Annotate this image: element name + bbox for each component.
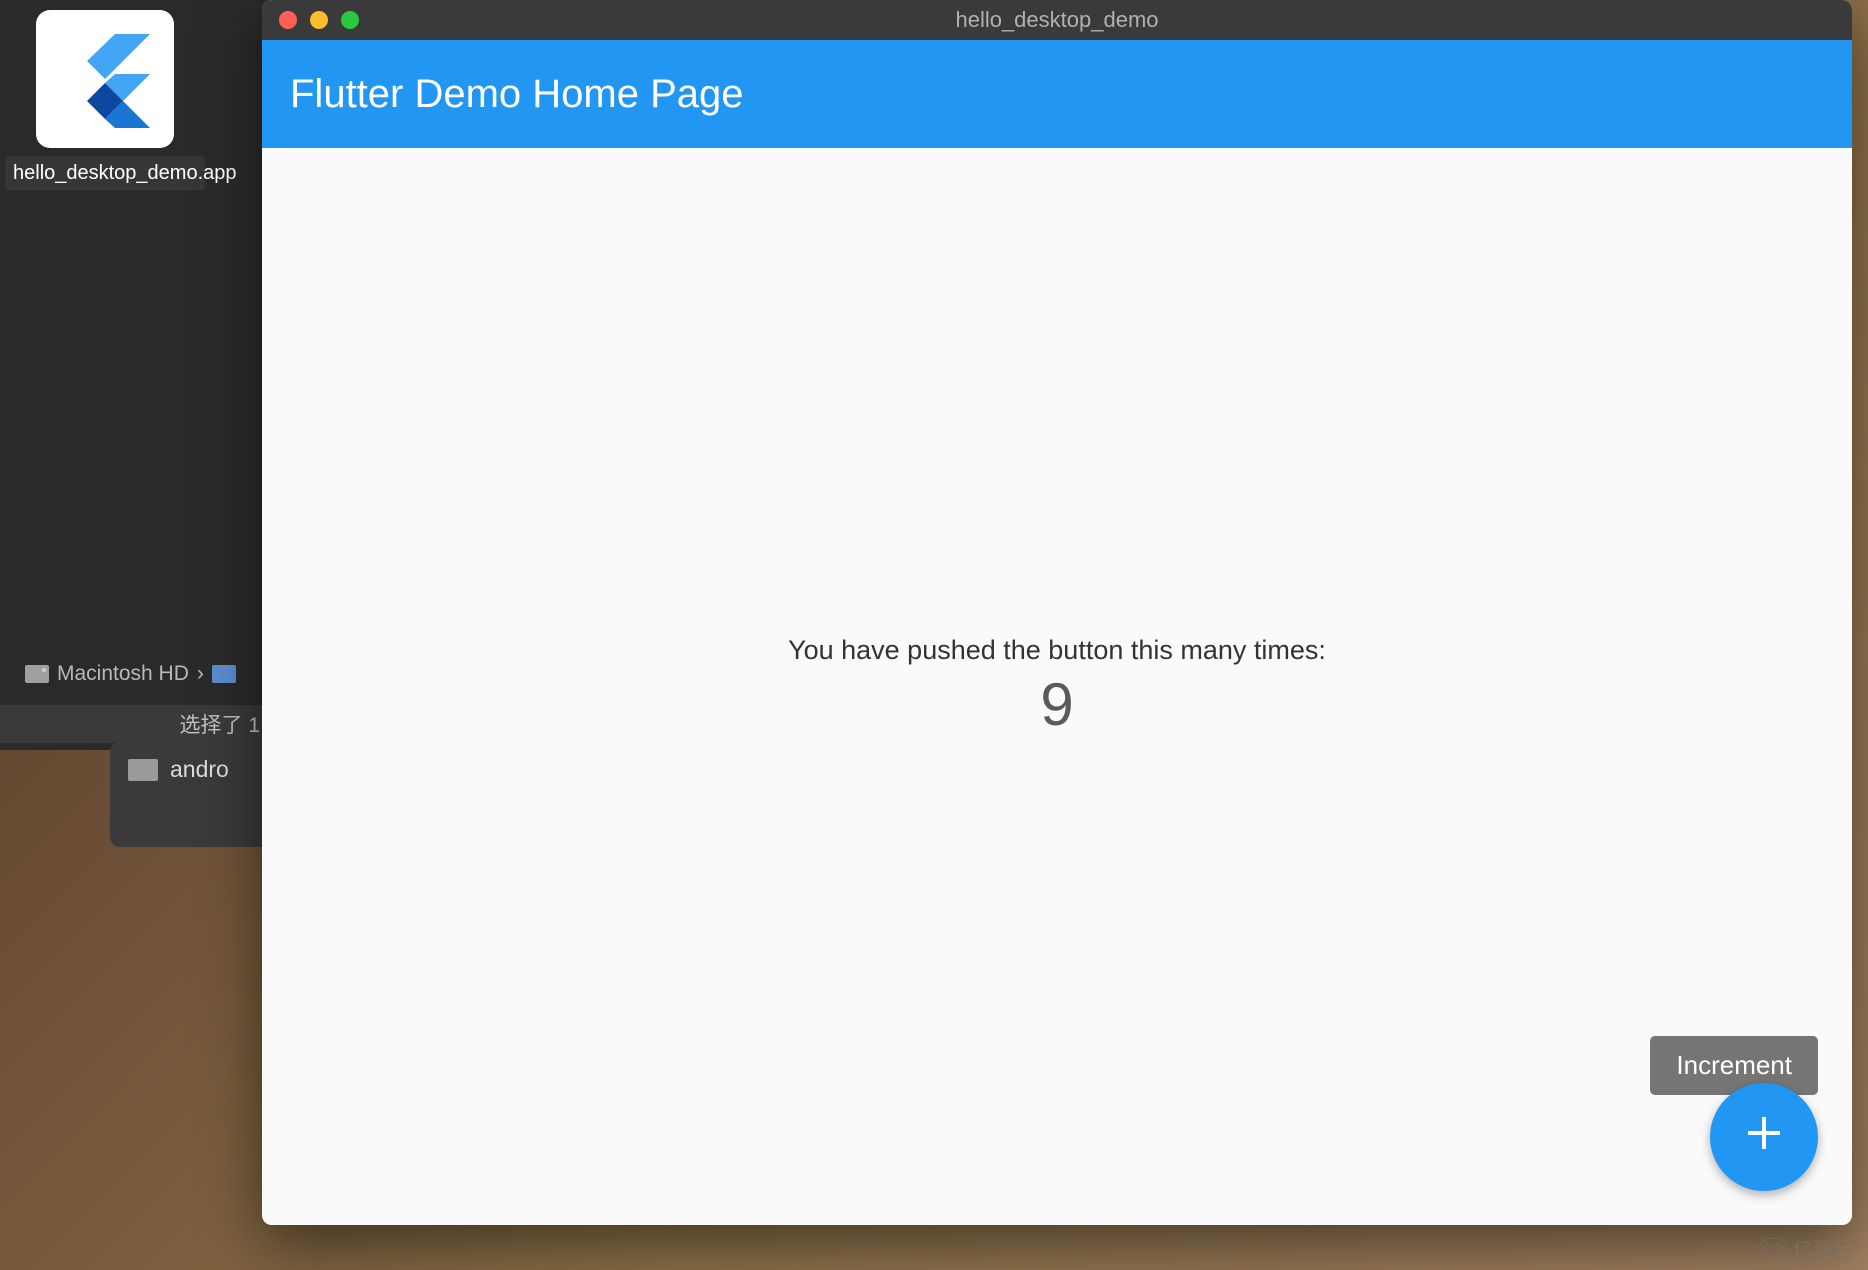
minimize-button[interactable]	[310, 11, 328, 29]
increment-fab-button[interactable]	[1710, 1083, 1818, 1191]
app-window: hello_desktop_demo Flutter Demo Home Pag…	[262, 0, 1852, 1225]
counter-description-text: You have pushed the button this many tim…	[788, 635, 1326, 666]
counter-value: 9	[1040, 670, 1073, 739]
fab-tooltip: Increment	[1650, 1036, 1818, 1095]
maximize-button[interactable]	[341, 11, 359, 29]
folder-icon	[212, 665, 236, 683]
tooltip-text: Increment	[1676, 1050, 1792, 1080]
flutter-logo-icon	[36, 10, 174, 148]
plus-icon	[1742, 1111, 1786, 1164]
lower-finder-item-label: andro	[170, 756, 229, 783]
desktop-app-icon[interactable]: hello_desktop_demo.app	[20, 10, 190, 190]
traffic-lights	[262, 11, 359, 29]
lower-finder-window[interactable]: andro	[110, 742, 280, 847]
watermark: 亿速云	[1759, 1233, 1853, 1262]
app-body: You have pushed the button this many tim…	[262, 148, 1852, 1225]
app-bar: Flutter Demo Home Page	[262, 40, 1852, 148]
lower-finder-item[interactable]: andro	[110, 742, 280, 797]
desktop-icon-label: hello_desktop_demo.app	[5, 156, 205, 190]
folder-icon	[128, 759, 158, 781]
flutter-logo-svg	[55, 29, 155, 129]
watermark-text: 亿速云	[1793, 1233, 1853, 1262]
breadcrumb-separator: ›	[197, 662, 204, 686]
selection-count-label: 选择了 1	[179, 709, 260, 739]
window-titlebar[interactable]: hello_desktop_demo	[262, 0, 1852, 40]
close-button[interactable]	[279, 11, 297, 29]
app-bar-title: Flutter Demo Home Page	[290, 72, 744, 117]
finder-selection-status: 选择了 1	[0, 705, 270, 743]
watermark-icon	[1759, 1238, 1787, 1258]
finder-breadcrumb[interactable]: Macintosh HD ›	[25, 662, 236, 686]
disk-icon	[25, 665, 49, 683]
breadcrumb-disk: Macintosh HD	[57, 662, 189, 686]
window-title: hello_desktop_demo	[262, 7, 1852, 33]
